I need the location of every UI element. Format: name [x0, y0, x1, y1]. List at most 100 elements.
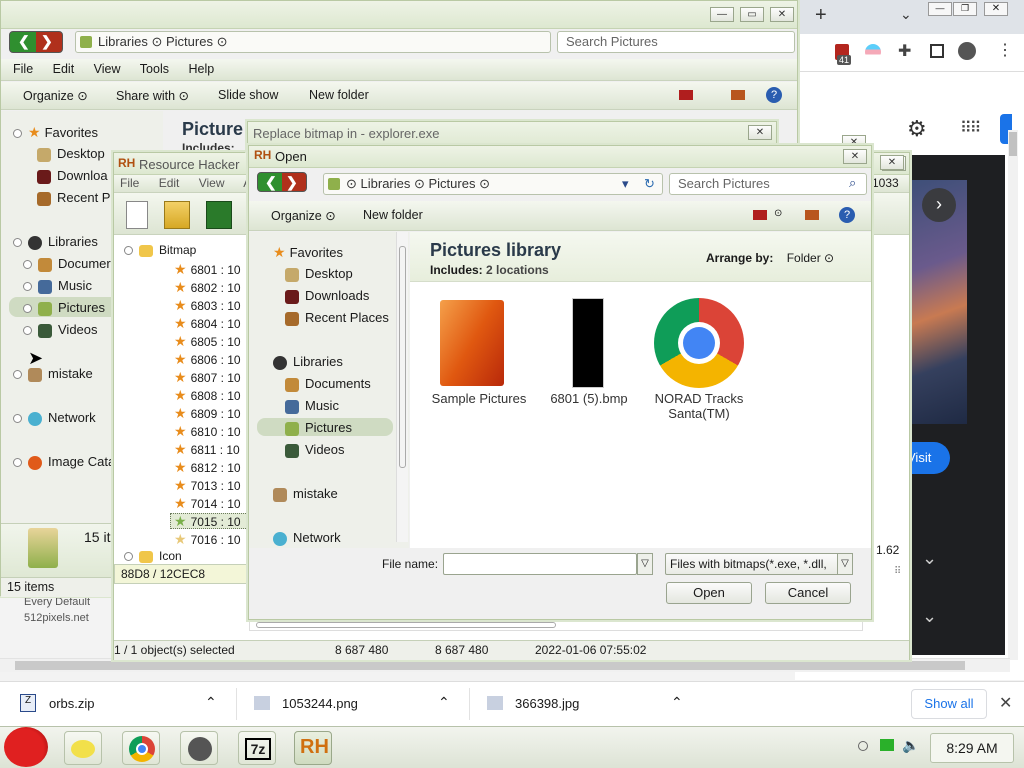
new-folder-button[interactable]: New folder — [309, 88, 369, 102]
tray-clock[interactable]: 8:29 AM — [930, 733, 1014, 763]
resource-item[interactable]: ★ 7016 : 10 — [174, 531, 241, 548]
address-segment-libraries[interactable]: Libraries — [98, 34, 148, 49]
window-restore-button[interactable]: ❐ — [953, 2, 977, 16]
nav-music[interactable]: Music — [23, 278, 92, 294]
nav-desktop[interactable]: Desktop — [37, 146, 105, 162]
start-button-angry-bird-icon[interactable] — [4, 727, 48, 767]
explorer-address-bar[interactable]: Libraries ⊙ Pictures ⊙ — [75, 31, 551, 53]
window-minimize-button[interactable]: — — [928, 2, 952, 16]
nav-network[interactable]: Network — [13, 410, 96, 426]
resource-item[interactable]: ★ 6805 : 10 — [174, 333, 241, 350]
rh-menu-file[interactable]: File — [120, 176, 139, 190]
file-item-sample-pictures[interactable]: Sample Pictures — [424, 296, 534, 426]
resource-item[interactable]: ★ 6806 : 10 — [174, 351, 241, 368]
settings-gear-icon[interactable]: ⚙ — [907, 116, 927, 142]
open-address-pictures[interactable]: Pictures — [429, 176, 476, 191]
resource-item[interactable]: ★ 6803 : 10 — [174, 297, 241, 314]
open-nav-network[interactable]: Network — [273, 530, 341, 546]
open-nav-music[interactable]: Music — [285, 398, 339, 414]
taskbar-7zip-icon[interactable]: 7z — [238, 731, 276, 765]
resource-item[interactable]: ★ 7013 : 10 — [174, 477, 241, 494]
next-arrow-button[interactable]: › — [922, 188, 956, 222]
open-close-button[interactable]: ✕ — [843, 149, 867, 164]
explorer-back-forward-buttons[interactable]: ❮ ❯ — [9, 31, 63, 53]
filetype-dropdown-button[interactable]: ▽ — [837, 553, 853, 575]
resource-item[interactable]: ★ 6812 : 10 — [174, 459, 241, 476]
page-bottom-scrollbar[interactable] — [0, 658, 1010, 672]
open-nav-pictures[interactable]: Pictures — [285, 420, 352, 436]
show-all-button[interactable]: Show all — [911, 689, 987, 719]
nav-libraries[interactable]: Libraries — [13, 234, 98, 250]
open-back-forward-buttons[interactable]: ❮ ❯ — [257, 172, 307, 192]
nav-recent[interactable]: Recent P — [37, 190, 110, 206]
explorer-minimize-button[interactable]: — — [710, 7, 734, 22]
tray-indicator-icon[interactable] — [858, 741, 868, 751]
open-search-input[interactable]: Search Pictures — [669, 173, 867, 195]
file-item-norad[interactable]: NORAD Tracks Santa(TM) — [644, 296, 754, 426]
reshacker-hscroll[interactable] — [249, 619, 863, 631]
rh-menu-view[interactable]: View — [199, 176, 225, 190]
resource-item[interactable]: ★ 6804 : 10 — [174, 315, 241, 332]
open-address-libraries[interactable]: Libraries — [361, 176, 411, 191]
open-organize-button[interactable]: Organize ⊙ — [271, 208, 336, 223]
resource-item[interactable]: ★ 6809 : 10 — [174, 405, 241, 422]
menu-tools[interactable]: Tools — [140, 62, 169, 76]
download-1053244-chevron-icon[interactable]: ⌃ — [438, 694, 450, 711]
nav-favorites[interactable]: ★ Favorites — [13, 124, 98, 141]
share-with-button[interactable]: Share with ⊙ — [116, 88, 189, 103]
taskbar-app-icon[interactable] — [180, 731, 218, 765]
menu-help[interactable]: Help — [188, 62, 214, 76]
open-nav-videos[interactable]: Videos — [285, 442, 345, 458]
nav-documents[interactable]: Documer — [23, 256, 111, 272]
profile-avatar-icon[interactable] — [958, 42, 976, 60]
tray-network-icon[interactable] — [880, 739, 894, 751]
download-item-1053244[interactable]: 1053244.png ⌃ — [254, 694, 469, 716]
open-preview-icon[interactable] — [805, 210, 819, 220]
rh-menu-edit[interactable]: Edit — [159, 176, 180, 190]
nav-downloads[interactable]: Downloa — [37, 168, 108, 184]
scroll-thumb[interactable] — [15, 661, 965, 670]
open-search-icon[interactable]: ⌕ — [849, 175, 856, 191]
nav-pictures[interactable]: Pictures — [23, 300, 105, 316]
resource-item[interactable]: ★ 6802 : 10 — [174, 279, 241, 296]
open-nav-downloads[interactable]: Downloads — [285, 288, 369, 304]
resource-item[interactable]: ★ 6808 : 10 — [174, 387, 241, 404]
filename-input[interactable] — [443, 553, 637, 575]
open-nav-mistake[interactable]: mistake — [273, 486, 338, 502]
menu-file[interactable]: File — [13, 62, 33, 76]
new-file-icon[interactable] — [126, 201, 148, 229]
explorer-close-button[interactable]: ✕ — [770, 7, 794, 22]
open-nav-recent[interactable]: Recent Places — [285, 310, 389, 326]
taskbar-reshacker-icon[interactable]: RH — [294, 731, 332, 765]
download-orbs-chevron-icon[interactable]: ⌃ — [205, 694, 217, 711]
tree-icon-node[interactable]: Icon — [124, 549, 182, 563]
tray-volume-icon[interactable]: 🔈 — [902, 737, 919, 754]
extension-flag-icon[interactable] — [865, 44, 881, 60]
nav-videos[interactable]: Videos — [23, 322, 98, 338]
open-nav-desktop[interactable]: Desktop — [285, 266, 353, 282]
resource-item[interactable]: ★ 6807 : 10 — [174, 369, 241, 386]
visit-button[interactable]: Visit — [905, 442, 950, 474]
tree-bitmap-node[interactable]: Bitmap — [124, 243, 196, 257]
nav-mistake[interactable]: mistake — [13, 366, 93, 382]
includes-locations-link[interactable]: 2 locations — [486, 263, 549, 277]
browser-scroll-thumb[interactable] — [1009, 132, 1017, 156]
address-segment-pictures[interactable]: Pictures — [166, 34, 213, 49]
download-366398-chevron-icon[interactable]: ⌃ — [671, 694, 683, 711]
filename-dropdown-button[interactable]: ▽ — [637, 553, 653, 575]
expand-chevron-icon[interactable]: ⌄ — [922, 548, 937, 569]
side-panel-icon[interactable] — [930, 44, 944, 58]
tab-list-chevron-icon[interactable]: ⌄ — [900, 6, 912, 23]
window-close-button[interactable]: ✕ — [984, 2, 1008, 16]
browser-scrollbar[interactable] — [1008, 130, 1018, 660]
menu-edit[interactable]: Edit — [53, 62, 75, 76]
taskbar-explorer-icon[interactable] — [64, 731, 102, 765]
slide-show-button[interactable]: Slide show — [218, 88, 278, 102]
refresh-icon[interactable]: ↻ — [644, 174, 655, 194]
organize-button[interactable]: Organize ⊙ — [23, 88, 88, 103]
explorer-maximize-button[interactable]: ▭ — [740, 7, 764, 22]
resource-item[interactable]: ★ 7015 : 10 — [174, 513, 241, 530]
taskbar-chrome-icon[interactable] — [122, 731, 160, 765]
browser-menu-icon[interactable]: ⋮ — [997, 40, 1013, 60]
download-item-orbs[interactable]: Z orbs.zip ⌃ — [20, 694, 235, 716]
